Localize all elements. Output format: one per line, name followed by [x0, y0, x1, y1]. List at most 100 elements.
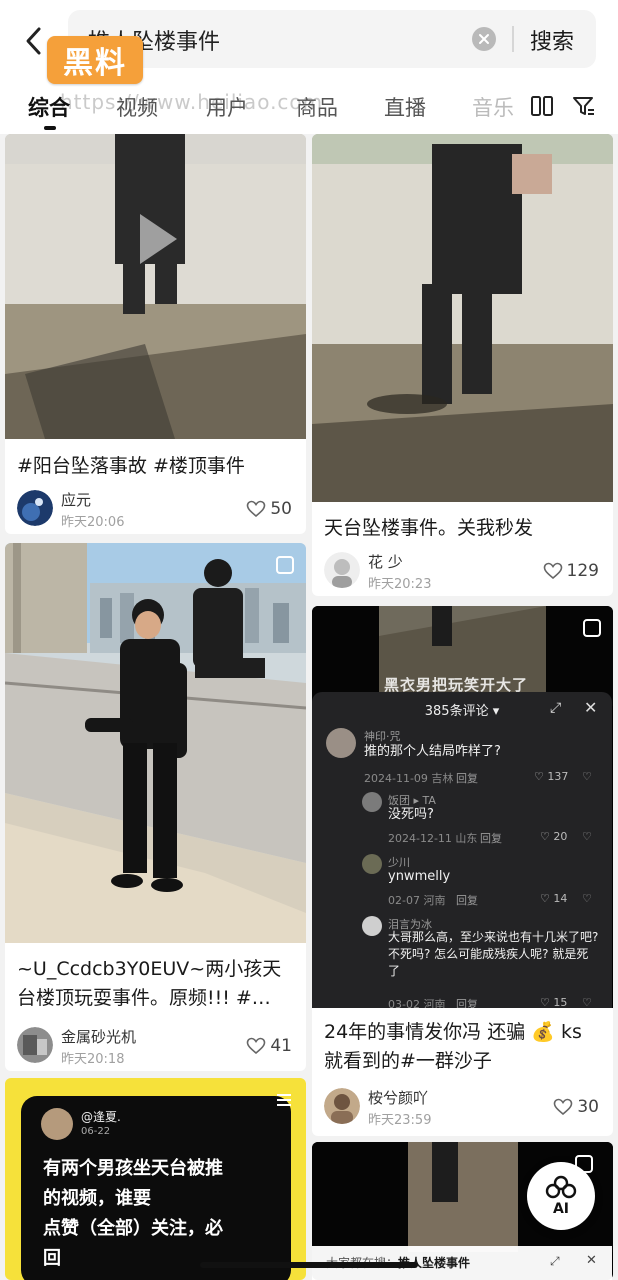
comment-like-count: 20	[553, 830, 568, 843]
comment-like-button[interactable]: ♡ 15	[540, 996, 567, 1008]
expand-icon[interactable]: ⤢	[550, 700, 561, 716]
comment-item: 神印·咒 推的那个人结局咋样了? 2024-11-09 吉林 回复 ♡ 137 …	[326, 728, 606, 788]
ai-label: AI	[552, 1201, 570, 1217]
comment-text: 大哥那么高，至少来说也有十几米了吧? 不死吗? 怎么可能成残疾人呢? 就是死了	[388, 930, 599, 978]
watermark-logo: 黑料	[47, 36, 143, 84]
note-text: 有两个男孩坐天台被推 的视频，谁要 点赞（全部）关注，必 回	[43, 1158, 223, 1269]
back-arrow-icon	[26, 27, 41, 55]
comment-meta: 03-02 河南	[388, 998, 446, 1008]
avatar[interactable]	[324, 1088, 360, 1124]
home-indicator[interactable]	[200, 1262, 418, 1268]
avatar[interactable]	[17, 1027, 53, 1063]
card-footer: 花 少 昨天20:23 129	[324, 552, 601, 596]
search-button[interactable]: 搜索	[530, 24, 574, 56]
note-user: @逢夏.	[81, 1110, 121, 1124]
close-icon[interactable]: ✕	[584, 698, 597, 717]
heart-icon	[247, 500, 266, 518]
tab-bar: 综合 视频 用户 商品 直播 音乐	[0, 86, 618, 130]
author-name[interactable]: 花 少	[368, 551, 403, 572]
card-footer: 金属砂光机 昨天20:18 41	[17, 1027, 294, 1071]
reply-button[interactable]: 回复	[456, 892, 478, 908]
avatar[interactable]	[324, 552, 360, 588]
tab-video[interactable]: 视频	[116, 92, 158, 122]
result-card-4[interactable]: 黑衣男把玩笑开大了 385条评论 ▾ ⤢ ✕ 神印·咒 推的那个人结局咋样了? …	[312, 606, 613, 1136]
avatar[interactable]	[326, 728, 356, 758]
heart-icon	[247, 1037, 266, 1055]
avatar	[41, 1108, 73, 1140]
active-tab-indicator	[44, 126, 56, 130]
like-count: 41	[270, 1036, 292, 1056]
avatar[interactable]	[362, 854, 382, 874]
video-thumbnail[interactable]: 黑衣男把玩笑开大了 385条评论 ▾ ⤢ ✕ 神印·咒 推的那个人结局咋样了? …	[312, 606, 613, 1008]
like-count: 129	[566, 561, 599, 581]
post-time: 昨天23:59	[368, 1113, 432, 1128]
back-button[interactable]	[18, 24, 48, 58]
reply-button[interactable]: 回复	[456, 770, 478, 786]
card-footer: 桉兮颜吖 昨天23:59 30	[324, 1088, 601, 1132]
tab-products[interactable]: 商品	[296, 92, 338, 122]
avatar[interactable]	[362, 792, 382, 812]
comment-item: 泪言为冰 大哥那么高，至少来说也有十几米了吧? 不死吗? 怎么可能成残疾人呢? …	[362, 916, 606, 1008]
reply-button[interactable]: 回复	[456, 996, 478, 1008]
heart-icon	[554, 1098, 573, 1116]
comment-text: 推的那个人结局咋样了?	[364, 744, 501, 759]
comment-item: 饭团 ▸ TA 没死吗? 2024-12-11 山东 回复 ♡ 20 ♡	[362, 792, 606, 848]
comment-text: ynwmelly	[388, 869, 451, 884]
comment-like-count: 15	[553, 996, 568, 1008]
reply-button[interactable]: 回复	[480, 830, 502, 846]
card-title[interactable]: 24年的事情发你冯 还骗 💰 ks 就看到的#一群沙子	[324, 1018, 604, 1078]
comment-count-title[interactable]: 385条评论 ▾	[312, 700, 612, 719]
tab-live[interactable]: 直播	[384, 92, 426, 122]
comment-meta: 02-07 河南	[388, 894, 446, 907]
menu-lines-icon	[277, 1094, 291, 1106]
comment-like-count: 14	[553, 892, 568, 905]
layout-toggle-icon[interactable]	[530, 94, 554, 118]
like-button[interactable]: 30	[553, 1096, 599, 1118]
dislike-icon[interactable]: ♡	[582, 770, 592, 783]
tab-general[interactable]: 综合	[28, 92, 70, 122]
note-date: 06-22	[81, 1126, 111, 1137]
comment-text: 没死吗?	[388, 807, 434, 822]
like-button[interactable]: 129	[543, 560, 599, 582]
filter-icon[interactable]	[572, 94, 596, 118]
note-image[interactable]: @逢夏. 06-22 有两个男孩坐天台被推 的视频，谁要 点赞（全部）关注，必 …	[21, 1096, 291, 1280]
post-time: 昨天20:18	[61, 1052, 125, 1067]
comment-like-button[interactable]: ♡ 20	[540, 830, 567, 843]
dislike-icon[interactable]: ♡	[582, 830, 592, 843]
result-card-3[interactable]: ~U_Ccdcb3Y0EUV~两小孩天台楼顶玩耍事件。原频!!! #… 金属砂光…	[5, 543, 306, 1071]
comment-like-button[interactable]: ♡ 14	[540, 892, 567, 905]
result-card-1[interactable]: #阳台坠落事故 #楼顶事件 应元 昨天20:06 50	[5, 134, 306, 534]
ai-assistant-button[interactable]: AI	[527, 1162, 595, 1230]
card-title[interactable]: ~U_Ccdcb3Y0EUV~两小孩天台楼顶玩耍事件。原频!!! #…	[17, 955, 297, 1015]
card-title[interactable]: #阳台坠落事故 #楼顶事件	[17, 452, 297, 482]
comment-panel[interactable]: 385条评论 ▾ ⤢ ✕ 神印·咒 推的那个人结局咋样了? 2024-11-09…	[312, 692, 612, 1008]
clear-icon[interactable]	[472, 27, 496, 51]
tab-music[interactable]: 音乐	[472, 92, 514, 122]
result-card-2[interactable]: 天台坠楼事件。关我秒发 花 少 昨天20:23 129	[312, 134, 613, 596]
result-card-5[interactable]: @逢夏. 06-22 有两个男孩坐天台被推 的视频，谁要 点赞（全部）关注，必 …	[5, 1078, 306, 1280]
card-title[interactable]: 天台坠楼事件。关我秒发	[324, 514, 604, 544]
image-thumbnail[interactable]	[5, 543, 306, 943]
like-button[interactable]: 50	[246, 498, 292, 520]
dislike-icon[interactable]: ♡	[582, 996, 592, 1008]
expand-icon[interactable]: ⤢	[550, 1254, 560, 1269]
author-name[interactable]: 桉兮颜吖	[368, 1087, 428, 1108]
close-icon[interactable]: ✕	[586, 1253, 597, 1268]
video-thumbnail[interactable]	[312, 134, 613, 502]
search-box[interactable]: 推人坠楼事件 搜索	[68, 10, 596, 68]
author-name[interactable]: 应元	[61, 489, 91, 510]
dislike-icon[interactable]: ♡	[582, 892, 592, 905]
search-divider	[512, 26, 514, 52]
tab-users[interactable]: 用户	[206, 92, 248, 122]
video-thumbnail[interactable]	[5, 134, 306, 439]
card-footer: 应元 昨天20:06 50	[17, 490, 294, 534]
like-button[interactable]: 41	[246, 1035, 292, 1057]
comment-like-button[interactable]: ♡ 137	[534, 770, 568, 783]
header: 推人坠楼事件 搜索 黑料 https://www.heiliao.com 综合 …	[0, 0, 618, 134]
post-time: 昨天20:06	[61, 515, 125, 530]
author-name[interactable]: 金属砂光机	[61, 1026, 136, 1047]
comment-meta: 2024-11-09 吉林	[364, 772, 454, 785]
avatar[interactable]	[362, 916, 382, 936]
like-count: 30	[577, 1097, 599, 1117]
avatar[interactable]	[17, 490, 53, 526]
